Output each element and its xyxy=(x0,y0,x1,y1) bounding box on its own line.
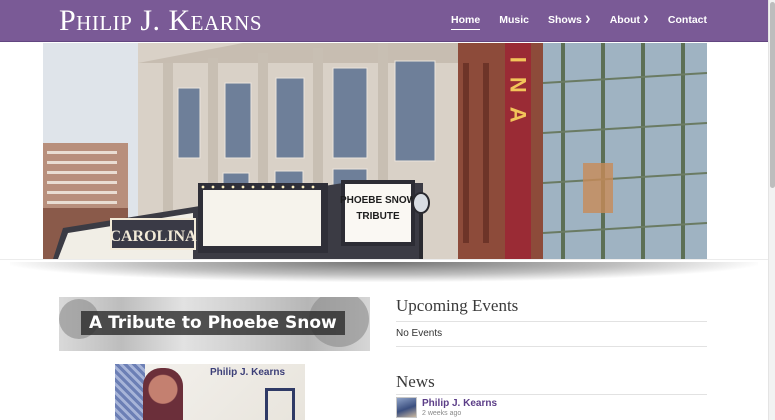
tribute-banner[interactable]: A Tribute to Phoebe Snow xyxy=(59,297,370,351)
marquee-sign-line2: TRIBUTE xyxy=(356,211,400,222)
nav-item-about[interactable]: About ❯ xyxy=(610,13,649,27)
main-nav: Home Music Shows ❯ About ❯ Contact xyxy=(432,13,707,30)
nav-item-home[interactable]: Home xyxy=(451,13,481,30)
section-divider xyxy=(396,394,707,395)
avatar[interactable] xyxy=(396,397,417,418)
nav-item-label: Shows xyxy=(547,14,582,26)
news-heading: News xyxy=(396,372,435,391)
marquee-carolina-text: CAROLINA xyxy=(109,228,197,245)
nav-item-label: Contact xyxy=(667,14,707,26)
site-title[interactable]: Philip J. Kearns xyxy=(59,5,262,37)
album-cover[interactable]: Philip J. Kearns xyxy=(115,364,305,420)
no-events-text: No Events xyxy=(396,328,443,339)
upcoming-events-heading: Upcoming Events xyxy=(396,296,519,315)
site-header: Philip J. Kearns Home Music Shows ❯ Abou… xyxy=(0,0,768,42)
section-divider xyxy=(396,346,707,347)
section-divider xyxy=(396,321,707,322)
hero-image: LINA CAROLINA PHOEBE SNOW TRIBUTE xyxy=(43,43,707,259)
hero-divider xyxy=(0,259,768,260)
news-timestamp: 2 weeks ago xyxy=(422,410,462,417)
news-author-link[interactable]: Philip J. Kearns xyxy=(422,398,497,409)
nav-item-shows[interactable]: Shows ❯ xyxy=(548,13,591,27)
chevron-down-icon: ❯ xyxy=(643,16,649,23)
nav-item-label: Music xyxy=(499,14,529,26)
nav-item-label: About xyxy=(609,14,641,26)
hero-shadow xyxy=(10,262,758,282)
tribute-banner-text: A Tribute to Phoebe Snow xyxy=(81,311,345,335)
album-artist-name: Philip J. Kearns xyxy=(210,367,286,378)
marquee-sign-line1: PHOEBE SNOW xyxy=(340,195,417,206)
album-cover-frame xyxy=(265,388,295,420)
nav-item-label: Home xyxy=(451,14,481,26)
vertical-sign-text: LINA xyxy=(506,43,531,137)
chevron-down-icon: ❯ xyxy=(584,16,591,23)
scrollbar-thumb[interactable] xyxy=(770,2,775,188)
nav-item-contact[interactable]: Contact xyxy=(668,13,707,27)
album-cover-stripe xyxy=(115,364,145,420)
nav-item-music[interactable]: Music xyxy=(499,13,529,27)
album-cover-portrait xyxy=(143,368,183,420)
scrollbar[interactable] xyxy=(768,0,775,420)
